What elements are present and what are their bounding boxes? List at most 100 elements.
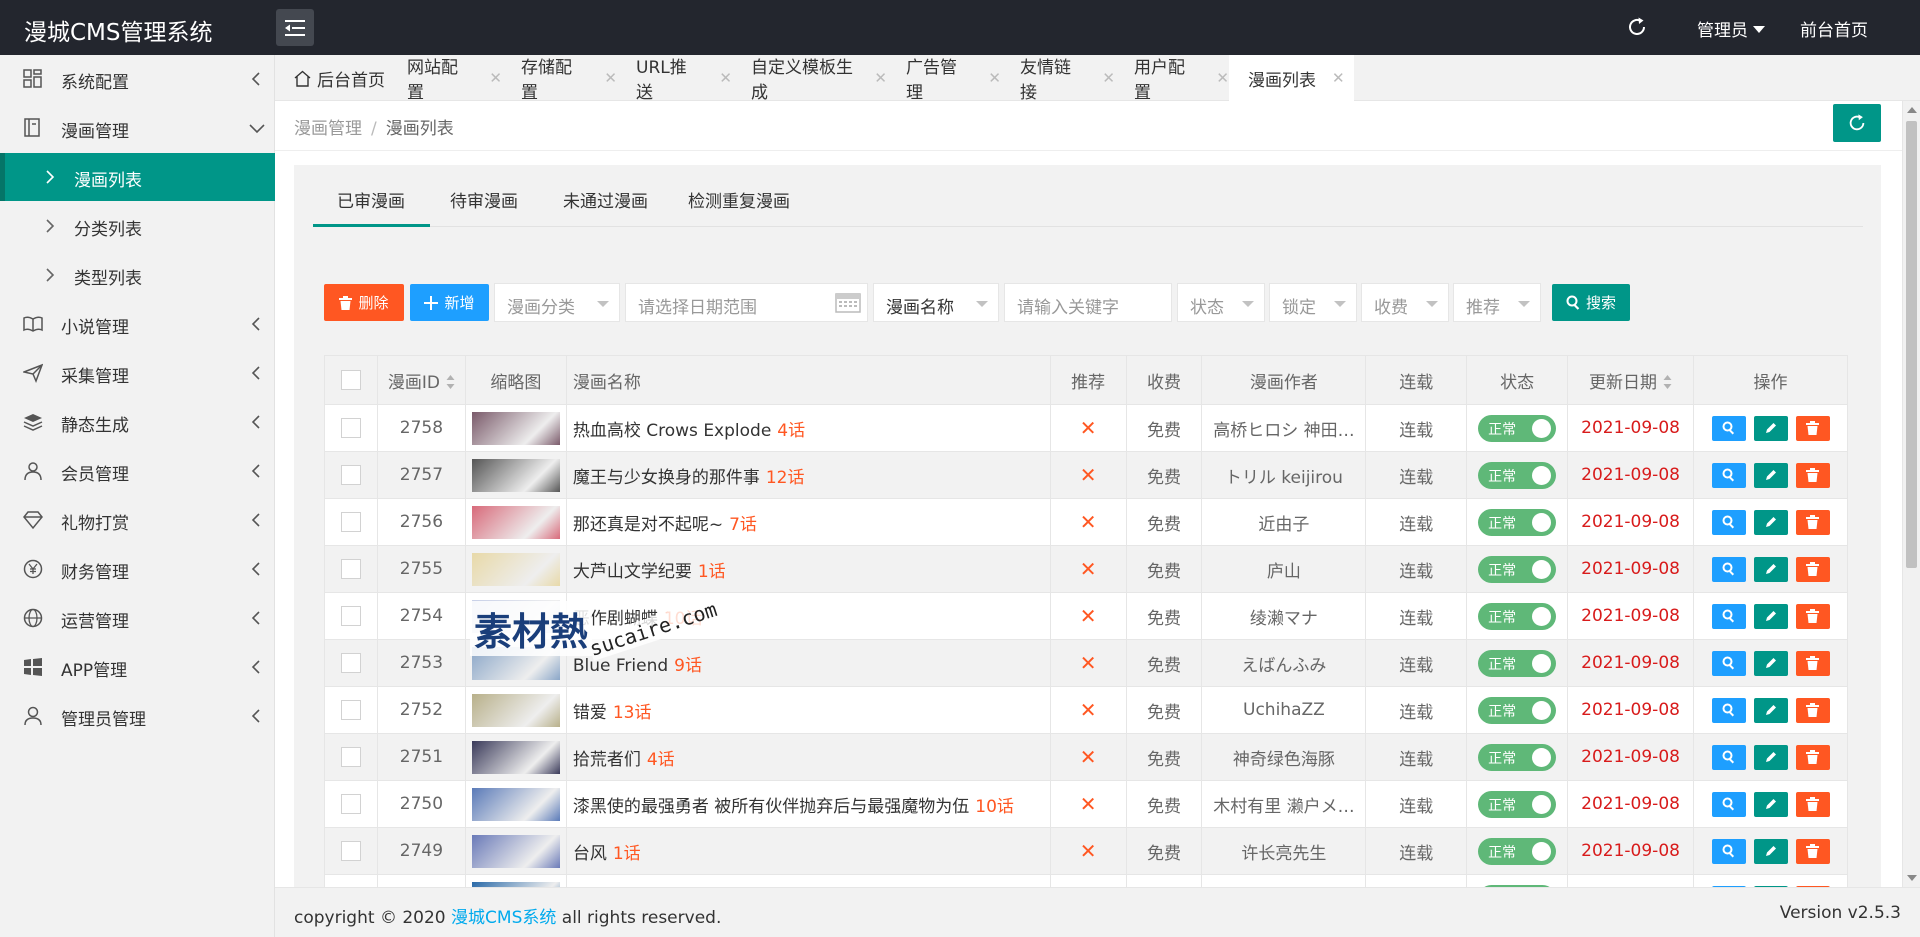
sidebar-item-11[interactable]: 运营管理: [0, 594, 275, 642]
edit-button[interactable]: [1753, 603, 1788, 629]
scrollbar-thumb[interactable]: [1906, 121, 1917, 568]
comic-name[interactable]: 大芦山文学纪要: [573, 562, 692, 582]
recommend-select[interactable]: 推荐: [1453, 283, 1541, 322]
sidebar-item-12[interactable]: APP管理: [0, 643, 275, 691]
delete-row-button[interactable]: [1795, 650, 1830, 676]
status-toggle[interactable]: 正常: [1478, 414, 1557, 442]
fee-select[interactable]: 收费: [1361, 283, 1449, 322]
tab-1[interactable]: 网站配置 ✕: [388, 55, 502, 103]
table-row[interactable]: 2752 错爱 13话 ✕ 免费 UchihaZZ 连载 正常 2021-09-08: [324, 686, 1848, 734]
sidebar-item-6[interactable]: 采集管理: [0, 349, 275, 397]
thumbnail-image[interactable]: [471, 834, 560, 868]
col-date[interactable]: 更新日期: [1567, 355, 1695, 405]
keyword-input[interactable]: 请输入关键字: [1004, 283, 1172, 322]
menu-toggle-button[interactable]: [276, 9, 314, 46]
view-button[interactable]: [1711, 462, 1746, 488]
delete-row-button[interactable]: [1795, 744, 1830, 770]
lock-select[interactable]: 锁定: [1269, 283, 1357, 322]
view-button[interactable]: [1711, 603, 1746, 629]
delete-row-button[interactable]: [1795, 509, 1830, 535]
cell-recommend[interactable]: ✕: [1049, 686, 1127, 734]
sidebar-item-1[interactable]: 漫画管理: [0, 104, 275, 152]
delete-button[interactable]: 删除: [324, 284, 404, 321]
cell-recommend[interactable]: ✕: [1049, 404, 1127, 452]
status-toggle[interactable]: 正常: [1478, 555, 1557, 583]
table-row[interactable]: 2756 那还真是对不起呢~ 7话 ✕ 免费 近由子 连载 正常 2021-09-08: [324, 498, 1848, 546]
table-row[interactable]: 2757 魔王与少女换身的那件事 12话 ✕ 免费 トリル keijirou 连载 正常 202…: [324, 451, 1848, 499]
row-checkbox[interactable]: [340, 653, 361, 673]
close-icon[interactable]: ✕: [604, 69, 617, 87]
page-refresh-button[interactable]: [1833, 104, 1881, 142]
status-toggle[interactable]: 正常: [1478, 602, 1557, 630]
comic-name[interactable]: 拾荒者们: [573, 750, 641, 770]
sort-icon[interactable]: [1663, 374, 1672, 390]
delete-row-button[interactable]: [1795, 462, 1830, 488]
status-toggle[interactable]: 正常: [1478, 837, 1557, 865]
sidebar-subitem-3[interactable]: 分类列表: [0, 202, 275, 250]
row-checkbox[interactable]: [340, 747, 361, 767]
sidebar-item-7[interactable]: 静态生成: [0, 398, 275, 446]
cell-recommend[interactable]: ✕: [1049, 451, 1127, 499]
scroll-up-icon[interactable]: [1907, 107, 1917, 113]
thumbnail-image[interactable]: [471, 787, 560, 821]
row-checkbox[interactable]: [340, 841, 361, 861]
cell-recommend[interactable]: ✕: [1049, 592, 1127, 640]
app-logo[interactable]: 漫城CMS管理系统: [24, 13, 213, 47]
cell-recommend[interactable]: ✕: [1049, 827, 1127, 875]
thumbnail-image[interactable]: [471, 411, 560, 445]
edit-button[interactable]: [1753, 650, 1788, 676]
tab-5[interactable]: 广告管理 ✕: [887, 55, 1001, 103]
row-checkbox[interactable]: [340, 559, 361, 579]
delete-row-button[interactable]: [1795, 697, 1830, 723]
sidebar-item-5[interactable]: 小说管理: [0, 300, 275, 348]
cell-recommend[interactable]: ✕: [1049, 780, 1127, 828]
row-checkbox[interactable]: [340, 794, 361, 814]
cell-recommend[interactable]: ✕: [1049, 545, 1127, 593]
close-icon[interactable]: ✕: [988, 69, 1001, 87]
table-row[interactable]: 2750 漆黑使的最强勇者 被所有伙伴抛弃后与最强魔物为伍 10话 ✕ 免费 木村有里 濑…: [324, 780, 1848, 828]
delete-row-button[interactable]: [1795, 556, 1830, 582]
comic-name[interactable]: 那还真是对不起呢~: [573, 515, 723, 535]
tab-0[interactable]: 后台首页: [275, 55, 388, 101]
delete-row-button[interactable]: [1795, 415, 1830, 441]
edit-button[interactable]: [1753, 744, 1788, 770]
edit-button[interactable]: [1753, 556, 1788, 582]
select-all-checkbox[interactable]: [340, 370, 361, 390]
tab-7[interactable]: 用户配置 ✕: [1115, 55, 1229, 103]
category-select[interactable]: 漫画分类: [494, 283, 620, 322]
status-toggle[interactable]: 正常: [1478, 790, 1557, 818]
cell-recommend[interactable]: ✕: [1049, 874, 1127, 887]
cell-recommend[interactable]: ✕: [1049, 498, 1127, 546]
breadcrumb-parent[interactable]: 漫画管理: [294, 119, 362, 139]
view-button[interactable]: [1711, 556, 1746, 582]
edit-button[interactable]: [1753, 462, 1788, 488]
tab-4[interactable]: 自定义模板生成 ✕: [732, 55, 887, 103]
search-button[interactable]: 搜索: [1552, 284, 1630, 321]
comic-name[interactable]: 漆黑使的最强勇者 被所有伙伴抛弃后与最强魔物为伍: [573, 797, 969, 817]
thumbnail-image[interactable]: [471, 552, 560, 586]
thumbnail-image[interactable]: [471, 458, 560, 492]
view-button[interactable]: [1711, 509, 1746, 535]
row-checkbox[interactable]: [340, 606, 361, 626]
thumbnail-image[interactable]: [471, 505, 560, 539]
close-icon[interactable]: ✕: [874, 69, 887, 87]
tab-8[interactable]: 漫画列表 ✕: [1229, 55, 1354, 101]
edit-button[interactable]: [1753, 838, 1788, 864]
row-checkbox[interactable]: [340, 512, 361, 532]
status-toggle[interactable]: 正常: [1478, 743, 1557, 771]
view-button[interactable]: [1711, 650, 1746, 676]
table-row[interactable]: 2751 拾荒者们 4话 ✕ 免费 神奇绿色海豚 连载 正常 2021-09-08: [324, 733, 1848, 781]
subtab-1[interactable]: 待审漫画: [450, 187, 518, 212]
row-checkbox[interactable]: [340, 465, 361, 485]
view-button[interactable]: [1711, 838, 1746, 864]
comic-name[interactable]: 魔王与少女换身的那件事: [573, 468, 760, 488]
sidebar-subitem-2[interactable]: 漫画列表: [0, 153, 275, 201]
table-row[interactable]: 2758 热血高校 Crows Explode 4话 ✕ 免费 高桥ヒロシ 神田… 连载 正常…: [324, 404, 1848, 452]
close-icon[interactable]: ✕: [489, 69, 502, 87]
vertical-scrollbar[interactable]: [1902, 101, 1920, 887]
col-id[interactable]: 漫画ID: [376, 355, 466, 405]
sidebar-item-10[interactable]: 财务管理: [0, 545, 275, 593]
edit-button[interactable]: [1753, 791, 1788, 817]
copyright-link[interactable]: 漫城CMS系统: [451, 908, 556, 928]
status-toggle[interactable]: 正常: [1478, 649, 1557, 677]
